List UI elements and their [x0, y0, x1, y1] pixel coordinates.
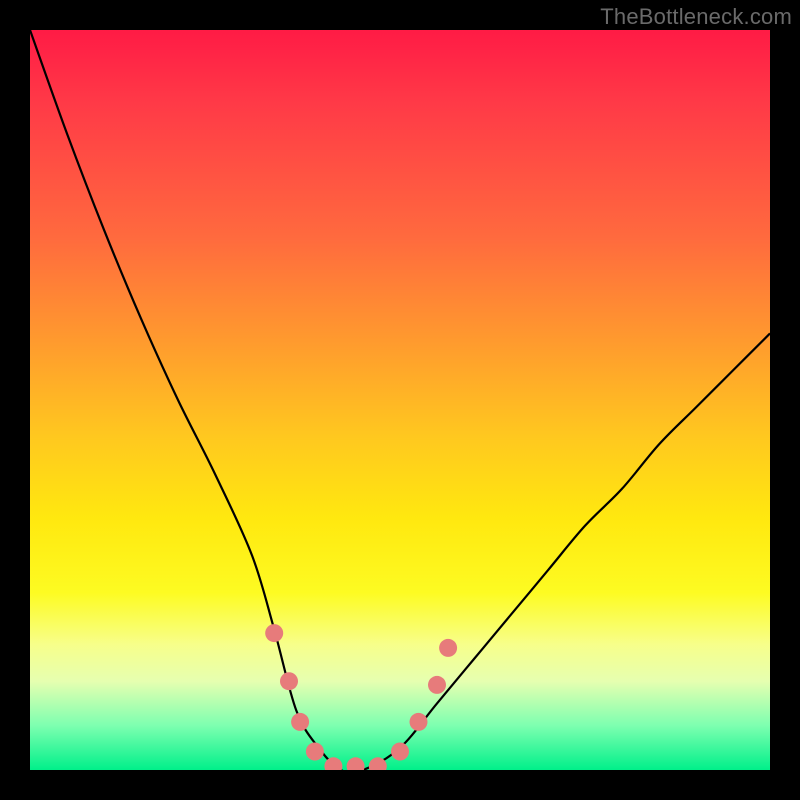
- curve-marker: [391, 743, 409, 761]
- curve-marker: [280, 672, 298, 690]
- marker-group: [265, 624, 457, 770]
- plot-area: [30, 30, 770, 770]
- curve-marker: [291, 713, 309, 731]
- curve-marker: [439, 639, 457, 657]
- bottleneck-curve: [30, 30, 770, 770]
- curve-layer: [30, 30, 770, 770]
- chart-frame: TheBottleneck.com: [0, 0, 800, 800]
- curve-marker: [428, 676, 446, 694]
- curve-path: [30, 30, 770, 770]
- curve-marker: [265, 624, 283, 642]
- curve-marker: [410, 713, 428, 731]
- curve-marker: [306, 743, 324, 761]
- watermark-text: TheBottleneck.com: [600, 4, 792, 30]
- curve-marker: [347, 757, 365, 770]
